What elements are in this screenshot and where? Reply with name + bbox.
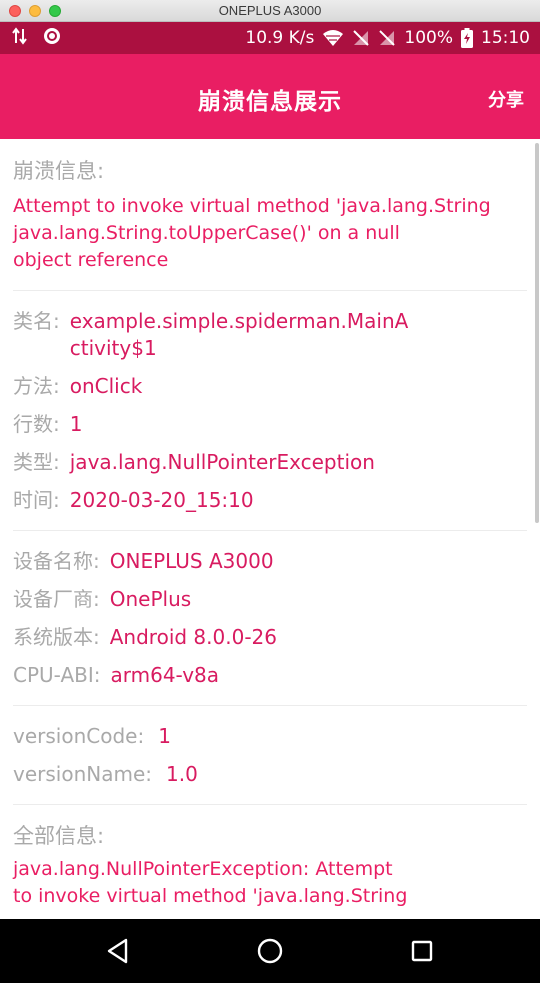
detail-key: 行数: xyxy=(13,412,60,436)
version-key: versionCode: xyxy=(13,724,145,748)
device-value: arm64-v8a xyxy=(110,663,220,687)
data-arrows-icon xyxy=(12,27,28,45)
device-key: CPU-ABI: xyxy=(13,663,101,687)
window-title: ONEPLUS A3000 xyxy=(218,3,322,18)
battery-charging-icon xyxy=(461,28,473,48)
version-row: versionCode: 1 xyxy=(13,723,527,750)
detail-key: 时间: xyxy=(13,488,60,512)
full-info-line: to invoke virtual method 'java.lang.Stri… xyxy=(13,885,408,907)
detail-row-time: 时间: 2020-03-20_15:10 xyxy=(13,487,527,514)
crash-heading: 崩溃信息: xyxy=(13,159,105,183)
version-value: 1 xyxy=(158,724,171,748)
crash-message-section: 崩溃信息: Attempt to invoke virtual method '… xyxy=(0,139,540,290)
version-section: versionCode: 1 versionName: 1.0 xyxy=(0,706,540,804)
crash-details-section: 类名: example.simple.spiderman.MainA ctivi… xyxy=(0,291,540,530)
version-key: versionName: xyxy=(13,762,152,786)
version-row: versionName: 1.0 xyxy=(13,761,527,788)
home-icon[interactable] xyxy=(252,933,288,969)
wifi-icon xyxy=(322,29,344,47)
navigation-bar xyxy=(0,919,540,983)
battery-percent: 100% xyxy=(404,28,453,48)
page-title: 崩溃信息展示 xyxy=(198,89,342,115)
crash-message-line: object reference xyxy=(13,249,169,271)
detail-row-method: 方法: onClick xyxy=(13,373,527,400)
detail-key: 类名: xyxy=(13,309,60,333)
device-value: OnePlus xyxy=(109,587,192,611)
crash-content[interactable]: 崩溃信息: Attempt to invoke virtual method '… xyxy=(0,139,540,919)
back-icon[interactable] xyxy=(100,933,136,969)
crash-message-line: java.lang.String.toUpperCase()' on a nul… xyxy=(13,222,400,244)
full-info-section: 全部信息: java.lang.NullPointerException: At… xyxy=(0,805,540,910)
detail-value: 1 xyxy=(69,412,83,436)
device-info-section: 设备名称: ONEPLUS A3000 设备厂商: OnePlus 系统版本: … xyxy=(0,531,540,705)
detail-value-line: ctivity$1 xyxy=(69,336,157,360)
detail-row-line: 行数: 1 xyxy=(13,411,527,438)
detail-value-line: example.simple.spiderman.MainA xyxy=(69,309,409,333)
full-info-heading: 全部信息: xyxy=(13,824,105,848)
device-value: Android 8.0.0-26 xyxy=(109,625,277,649)
device-value: ONEPLUS A3000 xyxy=(109,549,274,573)
device-row: CPU-ABI: arm64-v8a xyxy=(13,662,527,689)
record-icon xyxy=(42,26,62,46)
device-key: 设备名称: xyxy=(13,549,100,573)
emulator-window-bar: ONEPLUS A3000 xyxy=(0,0,540,22)
detail-value: 2020-03-20_15:10 xyxy=(69,488,254,512)
device-row: 设备名称: ONEPLUS A3000 xyxy=(13,548,527,575)
crash-message-line: Attempt to invoke virtual method 'java.l… xyxy=(13,195,491,217)
network-speed: 10.9 K/s xyxy=(245,28,315,48)
detail-key: 方法: xyxy=(13,374,60,398)
detail-row-type: 类型: java.lang.NullPointerException xyxy=(13,449,527,476)
detail-value: onClick xyxy=(69,374,143,398)
detail-row-class: 类名: example.simple.spiderman.MainA ctivi… xyxy=(13,308,527,362)
device-key: 设备厂商: xyxy=(13,587,100,611)
signal-off-icon-2 xyxy=(378,29,396,47)
detail-key: 类型: xyxy=(13,450,60,474)
device-row: 设备厂商: OnePlus xyxy=(13,586,527,613)
full-info-line: java.lang.NullPointerException: Attempt xyxy=(13,858,393,880)
signal-off-icon xyxy=(352,29,370,47)
app-bar: 崩溃信息展示 分享 xyxy=(0,54,540,139)
device-key: 系统版本: xyxy=(13,625,100,649)
version-value: 1.0 xyxy=(166,762,198,786)
detail-value: java.lang.NullPointerException xyxy=(69,450,375,474)
device-row: 系统版本: Android 8.0.0-26 xyxy=(13,624,527,651)
recents-icon[interactable] xyxy=(404,933,440,969)
status-bar: 10.9 K/s 100% 15:10 xyxy=(0,22,540,54)
status-time: 15:10 xyxy=(481,28,530,48)
share-button[interactable]: 分享 xyxy=(488,86,524,112)
